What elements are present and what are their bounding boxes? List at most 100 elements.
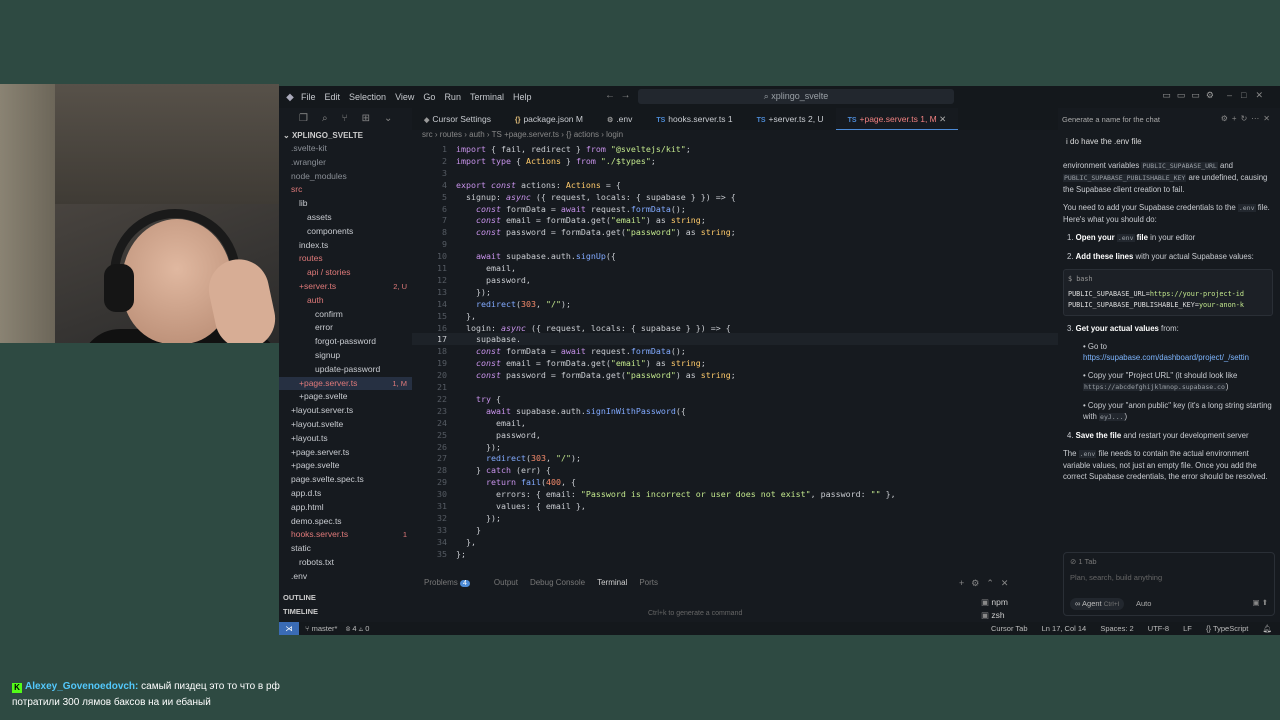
files-icon[interactable]: ❐ (299, 113, 308, 124)
editor-tab[interactable]: TS +page.server.ts 1, M ✕ (835, 108, 959, 130)
code-line: await supabase.auth.signInWithPassword({ (485, 405, 686, 416)
tree-item[interactable]: confirm (315, 308, 407, 321)
code-line: const formData = await request.formData(… (475, 203, 686, 214)
tree-item[interactable]: +page.svelte (291, 459, 407, 472)
tree-item[interactable]: src (291, 183, 407, 196)
panel-tab-terminal[interactable]: Terminal (597, 578, 627, 587)
tree-item[interactable]: .svelte-kit (291, 142, 407, 155)
tree-item[interactable]: update-password (315, 363, 407, 376)
search-icon[interactable]: ⌕ (322, 113, 328, 124)
tree-item[interactable]: error (315, 321, 407, 334)
menu-item-edit[interactable]: Edit (325, 92, 341, 102)
editor-tab[interactable]: TS +server.ts 2, U (745, 108, 836, 130)
explorer-root[interactable]: ⌄ XPLINGO_SVELTE (283, 131, 363, 140)
window-controls[interactable]: –□✕ (1227, 90, 1272, 101)
status-eol[interactable]: LF (1183, 624, 1192, 633)
tree-item[interactable]: app.html (291, 501, 407, 514)
breadcrumb[interactable]: src › routes › auth › TS +page.server.ts… (422, 130, 623, 143)
tree-item[interactable]: forgot-password (315, 335, 407, 348)
tree-item[interactable]: api / stories (307, 266, 407, 279)
status-spaces[interactable]: Spaces: 2 (1100, 624, 1133, 633)
code-editor[interactable]: 1 import { fail, redirect } from "@svelte… (412, 143, 1058, 573)
tree-item[interactable]: demo.spec.ts (291, 515, 407, 528)
tree-item[interactable]: static (291, 542, 407, 555)
line-number: 35 (437, 548, 447, 559)
menu-item-help[interactable]: Help (513, 92, 532, 102)
timeline-section[interactable]: TIMELINE (283, 607, 318, 616)
status-language[interactable]: {} TypeScript (1206, 624, 1248, 633)
tree-item[interactable]: +page.svelte (299, 390, 407, 403)
tree-item[interactable]: signup (315, 349, 407, 362)
tree-item-label: +page.svelte (299, 391, 348, 402)
extensions-icon[interactable]: ⊞ (362, 113, 370, 124)
close-icon[interactable]: ✕ (937, 114, 946, 124)
agent-mode-select[interactable]: ∞ Agent Ctrl+I (1070, 598, 1125, 610)
tree-item[interactable]: .env (291, 570, 407, 583)
tree-item[interactable]: lib (299, 197, 407, 210)
chevron-down-icon[interactable]: ⌄ (384, 113, 392, 124)
tree-item[interactable]: +page.server.ts 1, M (299, 377, 407, 390)
command-center-search[interactable]: ⌕ xplingo_svelte (638, 89, 954, 104)
image-icon[interactable]: ▣ ⬆ (1253, 597, 1268, 608)
status-branch[interactable]: master* (312, 624, 338, 633)
source-control-icon[interactable]: ⑂ (342, 113, 348, 124)
menu-item-run[interactable]: Run (444, 92, 461, 102)
chat-input-box[interactable]: ⊘ 1 Tab Plan, search, build anything ∞ A… (1063, 552, 1275, 616)
tree-item[interactable]: node_modules (291, 170, 407, 183)
chat-text: You need to add your Supabase credential… (1063, 203, 1236, 212)
editor-tab[interactable]: {} package.json M (503, 108, 595, 130)
status-cursor-tab[interactable]: Cursor Tab (991, 624, 1028, 633)
terminal-instance[interactable]: ▣ npm (981, 596, 1008, 609)
webcam-feed (0, 84, 279, 343)
timeline-label: TIMELINE (283, 607, 318, 616)
tree-item[interactable]: +layout.server.ts (291, 404, 407, 417)
chat-link[interactable]: https://supabase.com/dashboard/project/_… (1083, 353, 1249, 362)
menu-item-selection[interactable]: Selection (349, 92, 386, 102)
panel-tab-ports[interactable]: Ports (639, 578, 658, 587)
bell-icon[interactable]: 🔔︎ (1262, 624, 1272, 633)
tree-item[interactable]: +layout.ts (291, 432, 407, 445)
menu-item-file[interactable]: File (301, 92, 316, 102)
panel-controls[interactable]: +⚙⌃✕ (959, 578, 1015, 589)
chat-code-block[interactable]: $ bash PUBLIC_SUPABASE_URL=https://your-… (1063, 269, 1273, 316)
tree-item[interactable]: +layout.svelte (291, 418, 407, 431)
menu-item-view[interactable]: View (395, 92, 414, 102)
panel-tab-output[interactable]: Output (494, 578, 518, 587)
layout-icons[interactable]: ▭▭▭⚙ (1162, 90, 1220, 101)
tree-item[interactable]: +page.server.ts (291, 446, 407, 459)
tree-item[interactable]: +server.ts 2, U (299, 280, 407, 293)
editor-tab[interactable]: ◆ Cursor Settings (412, 108, 503, 130)
line-number: 33 (437, 524, 447, 535)
tree-item[interactable]: robots.txt (299, 556, 407, 569)
code-line: values: { email }, (456, 501, 586, 511)
code-line: import type { Actions } from "./$types"; (456, 155, 656, 166)
tree-item[interactable]: app.d.ts (291, 487, 407, 500)
chat-input-placeholder[interactable]: Plan, search, build anything (1070, 572, 1162, 583)
tree-item[interactable]: .wrangler (291, 156, 407, 169)
terminal-instance[interactable]: ▣ zsh (981, 609, 1008, 622)
status-encoding[interactable]: UTF-8 (1148, 624, 1169, 633)
editor-tab[interactable]: ⚙ .env (595, 108, 644, 130)
nav-arrows[interactable]: ← → (605, 90, 631, 101)
editor-tab[interactable]: TS hooks.server.ts 1 (644, 108, 744, 130)
status-problems[interactable]: ⊗ 4 ⚠ 0 (346, 624, 370, 633)
tree-item[interactable]: assets (307, 211, 407, 224)
chat-header-icons[interactable]: ⚙+↻⋯✕ (1221, 113, 1274, 124)
chat-code: .env (1237, 204, 1256, 212)
model-select[interactable]: Auto (1136, 598, 1151, 609)
tree-item[interactable]: hooks.server.ts 1 (291, 528, 407, 541)
tree-item[interactable]: routes (299, 252, 407, 265)
menu-item-go[interactable]: Go (423, 92, 435, 102)
tree-item[interactable]: index.ts (299, 239, 407, 252)
menu-item-terminal[interactable]: Terminal (470, 92, 504, 102)
chat-header[interactable]: Generate a name for the chat (1062, 114, 1160, 125)
tree-item[interactable]: components (307, 225, 407, 238)
panel-tab-debug-console[interactable]: Debug Console (530, 578, 585, 587)
outline-section[interactable]: OUTLINE (283, 593, 316, 602)
tree-item[interactable]: auth (307, 294, 407, 307)
tree-item[interactable]: page.svelte.spec.ts (291, 473, 407, 486)
remote-icon[interactable]: ⋊ (279, 622, 299, 635)
tree-item-label: app.html (291, 501, 324, 512)
panel-tab-problems[interactable]: Problems 4 (424, 578, 482, 587)
status-position[interactable]: Ln 17, Col 14 (1042, 624, 1087, 633)
